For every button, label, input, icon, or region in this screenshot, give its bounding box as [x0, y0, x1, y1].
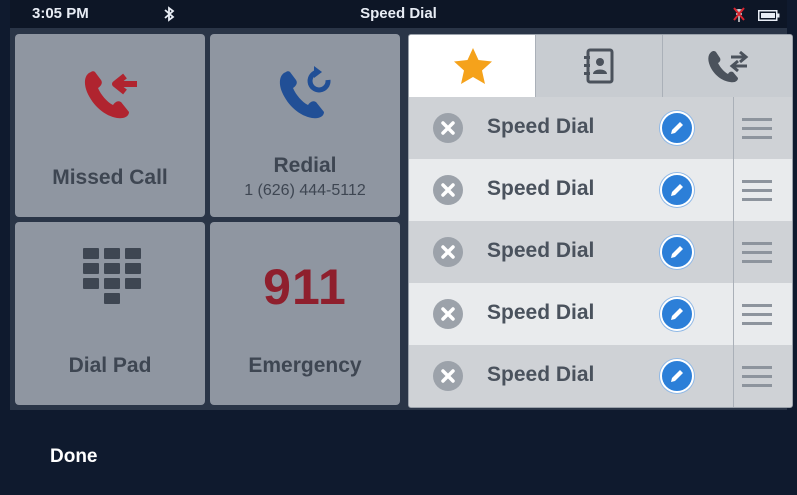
close-icon: [441, 183, 455, 197]
tab-contacts[interactable]: [536, 35, 663, 97]
pencil-icon: [671, 370, 683, 382]
drag-handle[interactable]: [733, 97, 792, 159]
battery-icon: [758, 10, 780, 21]
missed-call-icon: [84, 71, 137, 119]
speed-dial-label: Speed Dial: [487, 115, 595, 138]
tab-call-transfer[interactable]: [663, 35, 792, 97]
speed-dial-label: Speed Dial: [487, 177, 595, 200]
remove-button[interactable]: [433, 299, 463, 329]
pencil-icon: [671, 184, 683, 196]
drag-handle[interactable]: [733, 283, 792, 345]
pencil-icon: [671, 246, 683, 258]
speed-dial-row[interactable]: Speed Dial: [409, 97, 792, 159]
reorder-icon: [742, 118, 772, 139]
remove-button[interactable]: [433, 175, 463, 205]
drag-handle[interactable]: [733, 159, 792, 221]
speed-dial-label: Speed Dial: [487, 301, 595, 324]
edit-button[interactable]: [660, 111, 694, 145]
remove-button[interactable]: [433, 361, 463, 391]
dial-pad-tile[interactable]: Dial Pad: [15, 222, 205, 405]
no-network-icon: [733, 7, 745, 22]
reorder-icon: [742, 180, 772, 201]
edit-button[interactable]: [660, 359, 694, 393]
contacts-icon: [584, 48, 614, 84]
remove-button[interactable]: [433, 113, 463, 143]
call-transfer-icon: [708, 50, 749, 83]
emergency-number: 911: [263, 259, 347, 315]
status-bar: 3:05 PM Speed Dial: [10, 0, 787, 28]
edit-button[interactable]: [660, 297, 694, 331]
drag-handle[interactable]: [733, 221, 792, 283]
speed-dial-row[interactable]: Speed Dial: [409, 283, 792, 345]
emergency-tile[interactable]: 911 Emergency: [210, 222, 400, 405]
speed-dial-row[interactable]: Speed Dial: [409, 345, 792, 407]
redial-icon: [279, 66, 331, 119]
redial-tile[interactable]: Redial 1 (626) 444-5112: [210, 34, 400, 217]
redial-number: 1 (626) 444-5112: [244, 182, 366, 199]
close-icon: [441, 369, 455, 383]
panel-tabs: [409, 35, 792, 97]
reorder-icon: [742, 242, 772, 263]
remove-button[interactable]: [433, 237, 463, 267]
speed-dial-row[interactable]: Speed Dial: [409, 159, 792, 221]
speed-dial-panel: Speed Dial Speed Dial Speed Dial Speed D…: [408, 34, 793, 408]
pencil-icon: [671, 122, 683, 134]
emergency-label: Emergency: [248, 354, 362, 377]
reorder-icon: [742, 304, 772, 325]
pencil-icon: [671, 308, 683, 320]
close-icon: [441, 121, 455, 135]
missed-call-label: Missed Call: [52, 166, 168, 189]
page-title: Speed Dial: [360, 5, 437, 22]
tab-favorites[interactable]: [409, 35, 536, 97]
close-icon: [441, 307, 455, 321]
edit-button[interactable]: [660, 173, 694, 207]
drag-handle[interactable]: [733, 345, 792, 407]
close-icon: [441, 245, 455, 259]
dial-pad-icon: [83, 248, 141, 304]
reorder-icon: [742, 366, 772, 387]
footer-bar: Done: [10, 410, 787, 495]
edit-button[interactable]: [660, 235, 694, 269]
dial-pad-label: Dial Pad: [68, 354, 152, 377]
speed-dial-row[interactable]: Speed Dial: [409, 221, 792, 283]
speed-dial-label: Speed Dial: [487, 363, 595, 386]
done-button[interactable]: Done: [50, 446, 98, 468]
speed-dial-label: Speed Dial: [487, 239, 595, 262]
missed-call-tile[interactable]: Missed Call: [15, 34, 205, 217]
redial-label: Redial: [273, 154, 337, 177]
star-icon: [454, 48, 492, 84]
